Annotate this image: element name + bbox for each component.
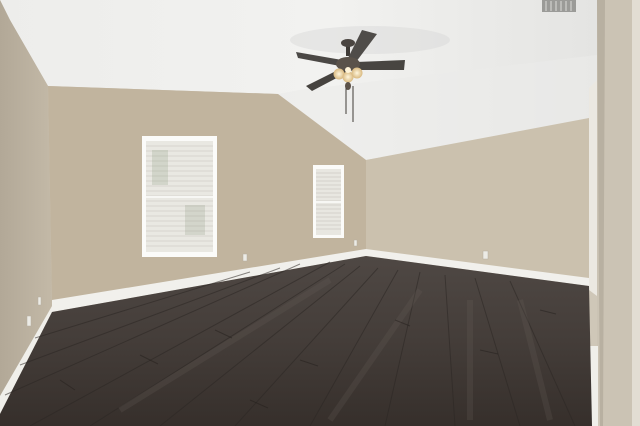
window-left <box>142 136 217 257</box>
wall-outlet-left <box>26 315 32 327</box>
room-photo <box>0 0 640 426</box>
wall-right-edge <box>632 0 640 426</box>
door-frame <box>589 80 597 296</box>
wall-outlet-back-right <box>482 250 489 260</box>
wall-outlet-left-2 <box>37 296 42 306</box>
window-right <box>313 165 344 238</box>
fan-light-3 <box>351 67 363 79</box>
room-scene <box>0 0 640 426</box>
fan-canopy <box>341 39 355 47</box>
fan-light-center <box>345 67 351 73</box>
wall-outlet-back-left <box>242 253 248 262</box>
wall-outlet-back-left-2 <box>353 239 358 247</box>
